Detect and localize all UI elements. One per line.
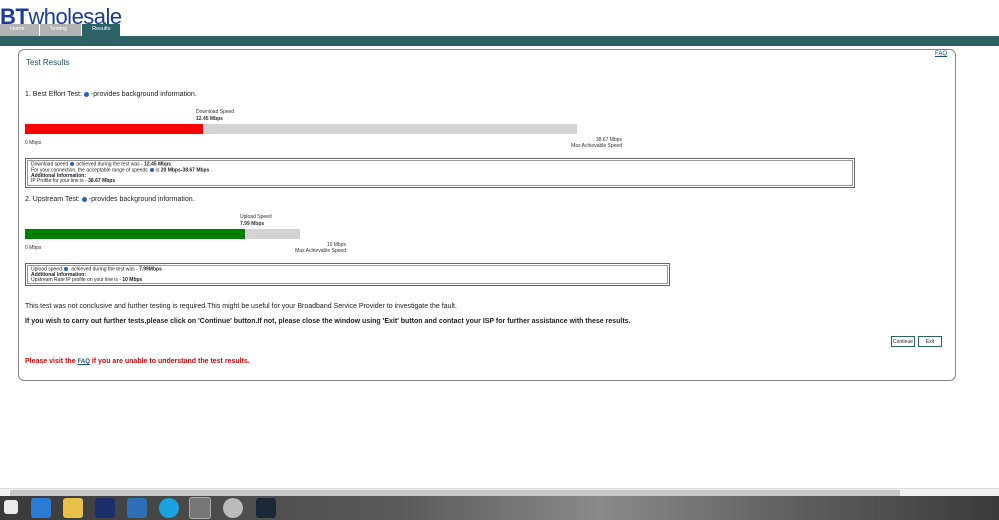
page-title: Test Results <box>26 58 70 67</box>
download-min-label: 0 Mbps <box>25 140 42 146</box>
start-icon[interactable] <box>4 500 18 514</box>
file-explorer-icon[interactable] <box>63 498 83 518</box>
best-effort-heading: 1. Best Effort Test: -provides background… <box>25 91 197 98</box>
upload-min-label: 0 Mbps <box>25 245 42 251</box>
internet-explorer-icon[interactable] <box>31 498 51 518</box>
main-tabs: Home Testing Results <box>0 24 121 38</box>
tab-testing[interactable]: Testing <box>39 24 82 36</box>
info-icon[interactable] <box>81 196 87 202</box>
photoshop-icon[interactable] <box>95 498 115 518</box>
upload-speed-fill <box>25 229 245 239</box>
download-speed-fill <box>25 124 203 134</box>
media-player-icon[interactable] <box>127 498 147 518</box>
download-max-label: Max Achievable Speed <box>571 143 622 149</box>
download-speed-track <box>25 124 577 134</box>
continue-button[interactable]: Continue <box>891 336 915 347</box>
steam-icon[interactable] <box>256 498 276 518</box>
exit-button[interactable]: Exit <box>918 336 942 347</box>
upload-max-label: Max Achievable Speed <box>295 248 346 254</box>
faq-inline-link[interactable]: FAQ <box>78 359 90 365</box>
header-band <box>0 36 999 46</box>
download-info-box: Download speed achieved during the test w… <box>25 158 855 188</box>
upload-speed-label: Upload Speed <box>240 214 272 220</box>
chrome-icon[interactable] <box>189 497 211 519</box>
download-speed-value: 12.45 Mbps <box>196 116 223 122</box>
info-icon[interactable] <box>63 267 68 271</box>
upstream-heading: 2. Upstream Test: -provides background in… <box>25 196 195 203</box>
upload-speed-value: 7.99 Mbps <box>240 221 265 227</box>
upload-speed-track <box>25 229 300 239</box>
tab-home[interactable]: Home <box>0 24 39 36</box>
upload-info-box: Upload speed achieved during the test wa… <box>25 263 670 286</box>
instructions-message: If you wish to carry out further tests,p… <box>25 318 631 325</box>
taskbar <box>0 496 999 520</box>
info-icon[interactable] <box>83 91 89 97</box>
skype-icon[interactable] <box>159 498 179 518</box>
results-panel <box>18 49 956 381</box>
info-icon[interactable] <box>70 162 75 166</box>
download-speed-label: Download Speed <box>196 109 235 115</box>
info-icon[interactable] <box>149 167 154 172</box>
help-message: Please visit the FAQ if you are unable t… <box>25 358 250 365</box>
app-icon[interactable] <box>223 498 243 518</box>
inconclusive-message: This test was not conclusive and further… <box>25 303 457 310</box>
